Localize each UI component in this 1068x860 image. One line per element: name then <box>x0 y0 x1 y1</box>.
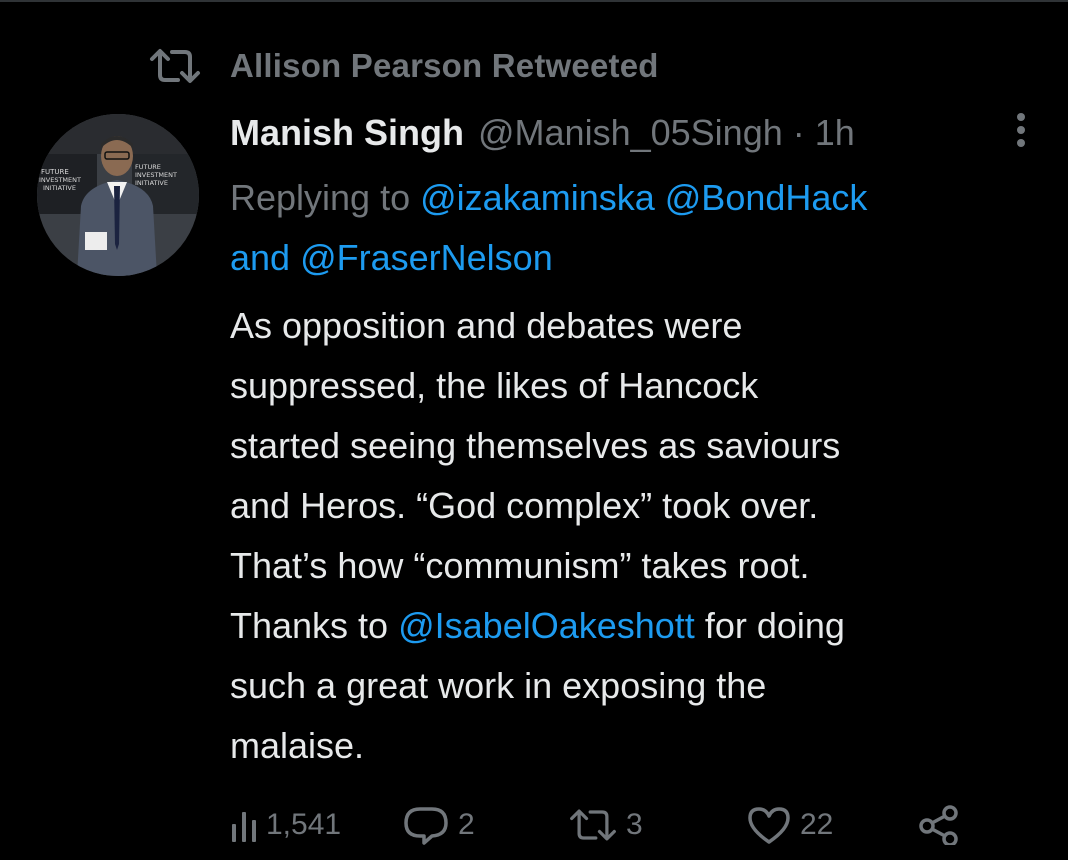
top-divider <box>0 0 1068 2</box>
tweet-text-fragment: for doing <box>704 605 845 646</box>
tweet-text-fragment: Thanks to <box>230 605 389 646</box>
replying-to-prefix: Replying to <box>230 177 411 218</box>
tweet-text-line: and Heros. “God complex” took over. <box>230 485 819 526</box>
reply-button[interactable]: 2 <box>402 800 475 850</box>
tweet-header: Manish Singh @Manish_05Singh · 1h <box>230 108 855 158</box>
more-vertical-icon <box>1016 112 1026 153</box>
svg-text:FUTURE: FUTURE <box>41 168 69 176</box>
retweet-button[interactable]: 3 <box>568 800 643 850</box>
action-bar: 1,541 2 3 22 <box>230 800 990 860</box>
tweet-text-line: That’s how “communism” takes root. <box>230 545 810 586</box>
tweet-text-line: suppressed, the likes of Hancock <box>230 365 759 406</box>
svg-text:FUTURE: FUTURE <box>135 163 161 171</box>
svg-text:INVESTMENT: INVESTMENT <box>135 171 177 179</box>
tweet-text-line: Thanks to @IsabelOakeshott for doing <box>230 596 1030 656</box>
retweet-context[interactable]: Allison Pearson Retweeted <box>148 44 659 88</box>
svg-text:INVESTMENT: INVESTMENT <box>39 176 81 184</box>
mention-link[interactable]: @izakaminska <box>420 177 655 218</box>
share-button[interactable] <box>918 800 960 850</box>
tweet-timestamp[interactable]: 1h <box>815 112 855 154</box>
avatar[interactable]: FUTURE INVESTMENT INITIATIVE FUTURE INVE… <box>37 114 199 276</box>
views-icon <box>230 808 258 842</box>
replying-to: Replying to @izakaminska @BondHack and @… <box>230 168 1030 288</box>
tweet-text-line: started seeing themselves as saviours <box>230 425 841 466</box>
mention-link[interactable]: @BondHack <box>665 177 868 218</box>
svg-text:INITIATIVE: INITIATIVE <box>43 184 76 192</box>
retweet-icon <box>148 44 204 88</box>
avatar-photo: FUTURE INVESTMENT INITIATIVE FUTURE INVE… <box>37 114 199 276</box>
author-handle[interactable]: @Manish_05Singh <box>478 112 783 154</box>
reply-count: 2 <box>458 808 475 841</box>
retweet-icon <box>568 807 618 843</box>
tweet-text: As opposition and debates were suppresse… <box>230 296 1030 776</box>
tweet-text-line: As opposition and debates were <box>230 305 743 346</box>
tweet-text-line: such a great work in exposing the <box>230 665 767 706</box>
more-options-button[interactable] <box>1004 112 1038 152</box>
author-display-name[interactable]: Manish Singh <box>230 112 464 154</box>
retweet-count: 3 <box>626 808 643 841</box>
views-button[interactable]: 1,541 <box>230 800 341 850</box>
svg-text:INITIATIVE: INITIATIVE <box>135 179 168 187</box>
mention-joiner[interactable]: and <box>230 237 290 278</box>
retweet-context-label: Allison Pearson Retweeted <box>230 47 659 84</box>
reply-icon <box>402 805 450 845</box>
like-button[interactable]: 22 <box>746 800 833 850</box>
mention-link[interactable]: @IsabelOakeshott <box>398 605 695 646</box>
views-count: 1,541 <box>266 808 342 841</box>
heart-icon <box>746 805 792 845</box>
tweet-text-line: malaise. <box>230 725 365 766</box>
mention-link[interactable]: @FraserNelson <box>300 237 553 278</box>
like-count: 22 <box>800 808 834 841</box>
separator-dot: · <box>792 112 805 153</box>
share-icon <box>918 805 960 845</box>
